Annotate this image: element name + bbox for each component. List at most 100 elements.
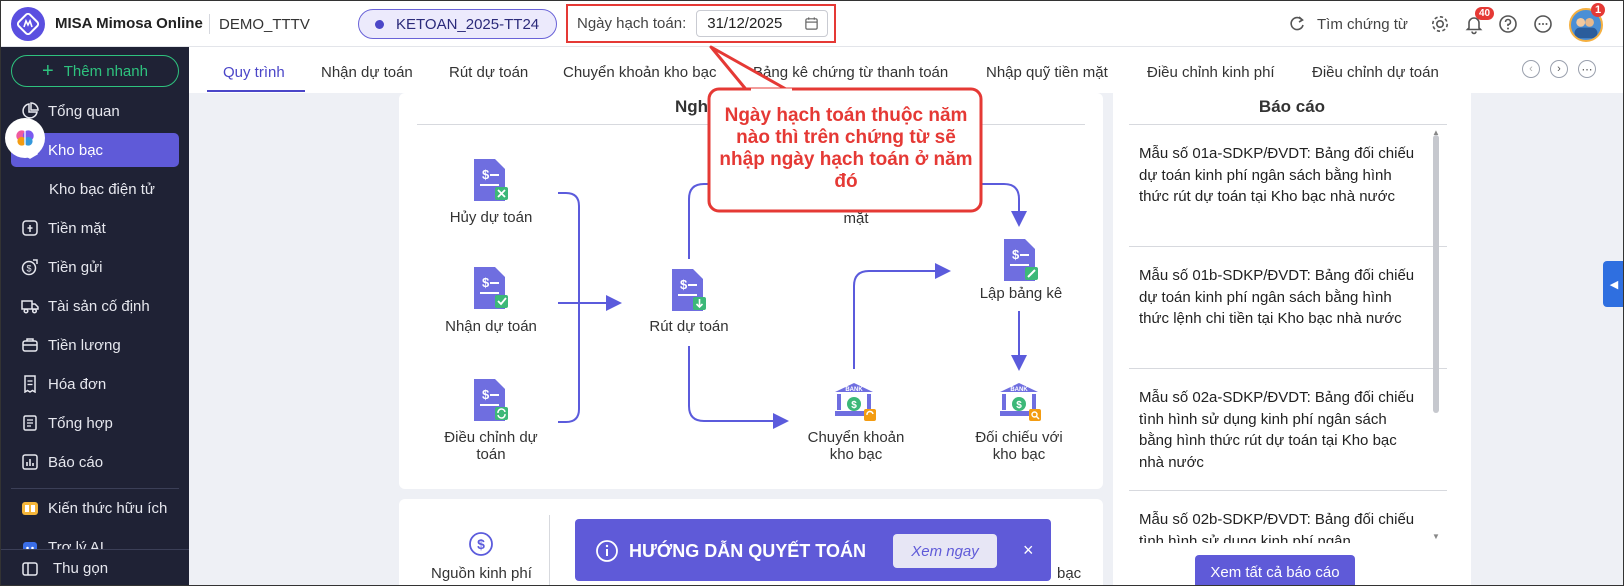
node-treasury-transfer-line1: Chuyển khoản bbox=[807, 429, 905, 446]
scroll-down-icon[interactable]: ▼ bbox=[1432, 532, 1440, 541]
node-reconcile-treasury[interactable]: Đối chiếu với kho bạc bbox=[959, 429, 1079, 463]
svg-text:$: $ bbox=[482, 167, 490, 182]
more-icon[interactable] bbox=[1532, 13, 1554, 35]
svg-text:$: $ bbox=[1012, 247, 1020, 262]
node-adjust-estimate[interactable]: Điều chỉnh dự toán bbox=[431, 429, 551, 463]
report-panel-title: Báo cáo bbox=[1258, 97, 1326, 116]
settlement-guide-title: HƯỚNG DẪN QUYẾT TOÁN bbox=[629, 541, 866, 561]
posting-date-highlight: Ngày hạch toán: 31/12/2025 bbox=[566, 4, 836, 43]
sidebar-item-label: Tiền lương bbox=[48, 336, 121, 354]
divider bbox=[209, 14, 210, 34]
view-now-button[interactable]: Xem ngay bbox=[893, 534, 997, 568]
sidebar-item-deposit[interactable]: $ Tiền gửi bbox=[11, 250, 179, 284]
svg-text:$: $ bbox=[26, 264, 31, 274]
report-scrollbar[interactable] bbox=[1433, 135, 1439, 413]
report-item-01a[interactable]: Mẫu số 01a-SDKP/ĐVDT: Bảng đối chiếu dự … bbox=[1139, 143, 1419, 208]
calendar-icon[interactable] bbox=[804, 16, 819, 31]
node-receive-estimate[interactable]: Nhận dự toán bbox=[431, 318, 551, 335]
tab-receive-estimate[interactable]: Nhận dự toán bbox=[321, 64, 413, 81]
help-icon[interactable] bbox=[1497, 13, 1519, 35]
receive-estimate-document-icon[interactable]: $ bbox=[471, 265, 511, 313]
sidebar-item-ai-assistant[interactable]: Trợ lý AI bbox=[11, 529, 179, 551]
find-document-button[interactable]: Tìm chứng từ bbox=[1287, 14, 1408, 34]
sidebar-item-label: Tiền gửi bbox=[48, 258, 103, 276]
sidebar-item-label: Kiến thức hữu ích bbox=[48, 499, 168, 517]
collapse-icon bbox=[22, 561, 38, 576]
tab-more-icon[interactable]: ⋯ bbox=[1578, 60, 1596, 78]
database-selector[interactable]: KETOAN_2025-TT24 bbox=[358, 9, 557, 39]
info-icon bbox=[596, 540, 618, 562]
tab-treasury-transfer[interactable]: Chuyển khoản kho bạc bbox=[563, 64, 716, 81]
tab-payment-voucher-list[interactable]: Bảng kê chứng từ thanh toán bbox=[753, 64, 948, 81]
tab-adjust-estimate[interactable]: Điều chỉnh dự toán bbox=[1312, 64, 1439, 81]
funding-source-label[interactable]: Nguồn kinh phí bbox=[431, 565, 532, 582]
quick-add-button[interactable]: + Thêm nhanh bbox=[11, 55, 179, 87]
node-withdraw-estimate[interactable]: Rút dự toán bbox=[629, 318, 749, 335]
cancel-estimate-document-icon[interactable]: $ bbox=[471, 157, 511, 205]
dollar-circle-icon: $ bbox=[469, 532, 493, 556]
sidebar-item-e-treasury[interactable]: Kho bạc điện tử bbox=[11, 172, 179, 206]
sidebar-item-salary[interactable]: Tiền lương bbox=[11, 328, 179, 362]
withdraw-estimate-document-icon[interactable]: $ bbox=[669, 267, 709, 315]
plus-icon: + bbox=[42, 60, 54, 82]
collapse-sidebar-button[interactable]: Thu gọn bbox=[1, 549, 189, 585]
database-name: KETOAN_2025-TT24 bbox=[396, 15, 540, 33]
funding-right-partial-label[interactable]: bạc bbox=[1057, 565, 1081, 582]
node-treasury-transfer-line2: kho bạc bbox=[829, 446, 883, 463]
refresh-search-icon bbox=[1290, 16, 1304, 31]
sidebar-item-invoice[interactable]: Hóa đơn bbox=[11, 367, 179, 401]
gear-icon[interactable] bbox=[1429, 13, 1451, 35]
treasury-transfer-bank-icon[interactable]: BANK $ bbox=[831, 381, 877, 423]
side-panel-toggle-icon[interactable]: ◀ bbox=[1603, 261, 1623, 307]
cash-icon bbox=[22, 220, 38, 236]
node-create-list[interactable]: Lập bảng kê bbox=[961, 285, 1081, 302]
svg-text:BANK: BANK bbox=[845, 387, 863, 393]
view-all-reports-button[interactable]: Xem tất cả báo cáo bbox=[1195, 555, 1355, 585]
salary-icon bbox=[22, 338, 38, 352]
node-cancel-estimate[interactable]: Hủy dự toán bbox=[441, 209, 541, 226]
sidebar-item-cash[interactable]: Tiền mặt bbox=[11, 211, 179, 245]
node-cash-receipt-partial[interactable]: mặt bbox=[821, 210, 891, 227]
report-item-02b[interactable]: Mẫu số 02b-SDKP/ĐVDT: Bảng đối chiếu tìn… bbox=[1139, 509, 1419, 543]
reconcile-bank-icon[interactable]: BANK $ bbox=[996, 381, 1042, 423]
tab-adjust-funding[interactable]: Điều chỉnh kinh phí bbox=[1147, 64, 1275, 81]
node-adjust-estimate-line2: toán bbox=[476, 446, 506, 463]
sidebar-item-label: Kho bạc bbox=[48, 141, 104, 159]
sidebar-item-report[interactable]: Báo cáo bbox=[11, 445, 179, 479]
adjust-estimate-document-icon[interactable]: $ bbox=[471, 377, 511, 425]
collapse-label: Thu gọn bbox=[53, 560, 109, 577]
svg-text:$: $ bbox=[680, 277, 688, 292]
knowledge-icon bbox=[22, 502, 38, 515]
app-title: MISA Mimosa Online bbox=[55, 15, 203, 32]
sidebar-item-label: Hóa đơn bbox=[48, 375, 107, 393]
report-divider bbox=[1129, 124, 1447, 125]
svg-text:$: $ bbox=[851, 400, 857, 411]
tab-next-icon[interactable]: › bbox=[1550, 60, 1568, 78]
truck-icon bbox=[21, 300, 39, 314]
company-name[interactable]: DEMO_TTTV bbox=[219, 16, 310, 33]
node-adjust-estimate-line1: Điều chỉnh dự bbox=[444, 429, 538, 446]
node-treasury-transfer[interactable]: Chuyển khoản kho bạc bbox=[791, 429, 921, 463]
sidebar-item-summary[interactable]: Tổng hợp bbox=[11, 406, 179, 440]
sidebar-item-label: Tổng hợp bbox=[48, 414, 113, 432]
brain-ai-icon[interactable] bbox=[5, 118, 45, 158]
sidebar-item-label: Báo cáo bbox=[48, 453, 104, 471]
sidebar-item-fixed-assets[interactable]: Tài sản cố định bbox=[11, 289, 179, 323]
close-icon[interactable]: × bbox=[1023, 540, 1034, 561]
report-item-01b[interactable]: Mẫu số 01b-SDKP/ĐVDT: Bảng đối chiếu dự … bbox=[1139, 265, 1419, 330]
svg-text:$: $ bbox=[482, 387, 490, 402]
deposit-icon: $ bbox=[21, 259, 38, 276]
report-item-02a[interactable]: Mẫu số 02a-SDKP/ĐVDT: Bảng đối chiếu tìn… bbox=[1139, 387, 1419, 473]
tab-cash-receipt[interactable]: Nhập quỹ tiền mặt bbox=[986, 64, 1108, 81]
report-separator bbox=[1129, 246, 1447, 247]
invoice-icon bbox=[24, 375, 36, 393]
sidebar-item-knowledge[interactable]: Kiến thức hữu ích bbox=[11, 491, 179, 525]
tab-process[interactable]: Quy trình bbox=[223, 64, 285, 81]
svg-text:$: $ bbox=[482, 275, 490, 290]
posting-date-input[interactable]: 31/12/2025 bbox=[696, 10, 829, 37]
tab-prev-icon[interactable]: ‹ bbox=[1522, 60, 1540, 78]
tab-withdraw-estimate[interactable]: Rút dự toán bbox=[449, 64, 528, 81]
create-list-document-icon[interactable]: $ bbox=[1001, 237, 1041, 285]
misa-logo-icon[interactable] bbox=[11, 7, 45, 41]
svg-text:BANK: BANK bbox=[1010, 387, 1028, 393]
